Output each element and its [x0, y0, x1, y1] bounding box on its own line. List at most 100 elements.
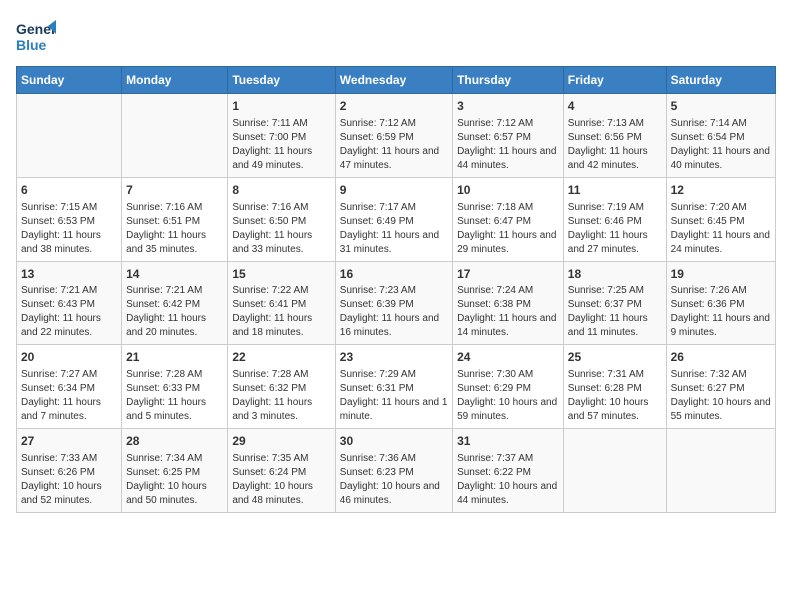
calendar-cell: 29 Sunrise: 7:35 AMSunset: 6:24 PMDayligh… — [228, 429, 335, 513]
cell-info: Sunrise: 7:14 AMSunset: 6:54 PMDaylight:… — [671, 117, 771, 173]
calendar-cell: 22 Sunrise: 7:28 AMSunset: 6:32 PMDayligh… — [228, 345, 335, 429]
day-number: 8 — [232, 182, 330, 199]
cell-info: Sunrise: 7:33 AMSunset: 6:26 PMDaylight:… — [21, 452, 117, 508]
calendar-cell — [563, 429, 666, 513]
day-number: 15 — [232, 266, 330, 283]
calendar-cell: 2 Sunrise: 7:12 AMSunset: 6:59 PMDaylight… — [335, 94, 452, 178]
calendar-cell: 9 Sunrise: 7:17 AMSunset: 6:49 PMDaylight… — [335, 177, 452, 261]
day-header-sunday: Sunday — [17, 67, 122, 94]
cell-info: Sunrise: 7:16 AMSunset: 6:51 PMDaylight:… — [126, 201, 223, 257]
day-number: 19 — [671, 266, 771, 283]
day-number: 12 — [671, 182, 771, 199]
day-number: 11 — [568, 182, 662, 199]
calendar-cell: 1 Sunrise: 7:11 AMSunset: 7:00 PMDaylight… — [228, 94, 335, 178]
calendar-cell: 21 Sunrise: 7:28 AMSunset: 6:33 PMDayligh… — [122, 345, 228, 429]
day-number: 17 — [457, 266, 559, 283]
calendar-cell: 7 Sunrise: 7:16 AMSunset: 6:51 PMDaylight… — [122, 177, 228, 261]
calendar-cell — [122, 94, 228, 178]
calendar-cell: 27 Sunrise: 7:33 AMSunset: 6:26 PMDayligh… — [17, 429, 122, 513]
cell-info: Sunrise: 7:26 AMSunset: 6:36 PMDaylight:… — [671, 284, 771, 340]
day-number: 31 — [457, 433, 559, 450]
day-number: 25 — [568, 349, 662, 366]
day-header-friday: Friday — [563, 67, 666, 94]
calendar-cell: 14Sunrise: 7:21 AMSunset: 6:42 PMDayligh… — [122, 261, 228, 345]
week-row-4: 20 Sunrise: 7:27 AMSunset: 6:34 PMDayligh… — [17, 345, 776, 429]
day-number: 21 — [126, 349, 223, 366]
calendar-table: SundayMondayTuesdayWednesdayThursdayFrid… — [16, 66, 776, 513]
cell-info: Sunrise: 7:30 AMSunset: 6:29 PMDaylight:… — [457, 368, 559, 424]
day-number: 24 — [457, 349, 559, 366]
calendar-cell: 13Sunrise: 7:21 AMSunset: 6:43 PMDayligh… — [17, 261, 122, 345]
calendar-cell: 19Sunrise: 7:26 AMSunset: 6:36 PMDayligh… — [666, 261, 775, 345]
week-row-5: 27 Sunrise: 7:33 AMSunset: 6:26 PMDayligh… — [17, 429, 776, 513]
calendar-cell: 8 Sunrise: 7:16 AMSunset: 6:50 PMDaylight… — [228, 177, 335, 261]
cell-info: Sunrise: 7:23 AMSunset: 6:39 PMDaylight:… — [340, 284, 448, 340]
calendar-cell: 10 Sunrise: 7:18 AMSunset: 6:47 PMDayligh… — [453, 177, 564, 261]
cell-info: Sunrise: 7:15 AMSunset: 6:53 PMDaylight:… — [21, 201, 117, 257]
cell-info: Sunrise: 7:16 AMSunset: 6:50 PMDaylight:… — [232, 201, 330, 257]
day-number: 14 — [126, 266, 223, 283]
calendar-cell: 18Sunrise: 7:25 AMSunset: 6:37 PMDayligh… — [563, 261, 666, 345]
calendar-cell: 6 Sunrise: 7:15 AMSunset: 6:53 PMDaylight… — [17, 177, 122, 261]
day-number: 7 — [126, 182, 223, 199]
calendar-cell: 11 Sunrise: 7:19 AMSunset: 6:46 PMDayligh… — [563, 177, 666, 261]
cell-info: Sunrise: 7:29 AMSunset: 6:31 PMDaylight:… — [340, 368, 448, 424]
day-number: 9 — [340, 182, 448, 199]
day-number: 23 — [340, 349, 448, 366]
cell-info: Sunrise: 7:27 AMSunset: 6:34 PMDaylight:… — [21, 368, 117, 424]
cell-info: Sunrise: 7:31 AMSunset: 6:28 PMDaylight:… — [568, 368, 662, 424]
day-number: 29 — [232, 433, 330, 450]
calendar-cell: 26 Sunrise: 7:32 AMSunset: 6:27 PMDayligh… — [666, 345, 775, 429]
cell-info: Sunrise: 7:28 AMSunset: 6:32 PMDaylight:… — [232, 368, 330, 424]
day-number: 3 — [457, 98, 559, 115]
svg-text:Blue: Blue — [16, 37, 47, 53]
svg-text:General: General — [16, 21, 56, 37]
day-number: 5 — [671, 98, 771, 115]
day-number: 6 — [21, 182, 117, 199]
cell-info: Sunrise: 7:22 AMSunset: 6:41 PMDaylight:… — [232, 284, 330, 340]
cell-info: Sunrise: 7:17 AMSunset: 6:49 PMDaylight:… — [340, 201, 448, 257]
day-number: 2 — [340, 98, 448, 115]
cell-info: Sunrise: 7:35 AMSunset: 6:24 PMDaylight:… — [232, 452, 330, 508]
cell-info: Sunrise: 7:32 AMSunset: 6:27 PMDaylight:… — [671, 368, 771, 424]
calendar-cell: 4 Sunrise: 7:13 AMSunset: 6:56 PMDaylight… — [563, 94, 666, 178]
page-header: General Blue — [16, 16, 776, 56]
cell-info: Sunrise: 7:21 AMSunset: 6:43 PMDaylight:… — [21, 284, 117, 340]
cell-info: Sunrise: 7:20 AMSunset: 6:45 PMDaylight:… — [671, 201, 771, 257]
day-number: 1 — [232, 98, 330, 115]
calendar-cell: 31 Sunrise: 7:37 AMSunset: 6:22 PMDayligh… — [453, 429, 564, 513]
calendar-cell: 15Sunrise: 7:22 AMSunset: 6:41 PMDayligh… — [228, 261, 335, 345]
cell-info: Sunrise: 7:21 AMSunset: 6:42 PMDaylight:… — [126, 284, 223, 340]
cell-info: Sunrise: 7:12 AMSunset: 6:59 PMDaylight:… — [340, 117, 448, 173]
day-number: 20 — [21, 349, 117, 366]
week-row-3: 13Sunrise: 7:21 AMSunset: 6:43 PMDayligh… — [17, 261, 776, 345]
cell-info: Sunrise: 7:11 AMSunset: 7:00 PMDaylight:… — [232, 117, 330, 173]
day-number: 22 — [232, 349, 330, 366]
cell-info: Sunrise: 7:36 AMSunset: 6:23 PMDaylight:… — [340, 452, 448, 508]
cell-info: Sunrise: 7:37 AMSunset: 6:22 PMDaylight:… — [457, 452, 559, 508]
day-number: 16 — [340, 266, 448, 283]
calendar-cell: 12 Sunrise: 7:20 AMSunset: 6:45 PMDayligh… — [666, 177, 775, 261]
day-number: 28 — [126, 433, 223, 450]
calendar-cell: 30 Sunrise: 7:36 AMSunset: 6:23 PMDayligh… — [335, 429, 452, 513]
calendar-cell: 5 Sunrise: 7:14 AMSunset: 6:54 PMDaylight… — [666, 94, 775, 178]
cell-info: Sunrise: 7:13 AMSunset: 6:56 PMDaylight:… — [568, 117, 662, 173]
day-number: 27 — [21, 433, 117, 450]
calendar-cell: 25 Sunrise: 7:31 AMSunset: 6:28 PMDayligh… — [563, 345, 666, 429]
day-header-tuesday: Tuesday — [228, 67, 335, 94]
cell-info: Sunrise: 7:28 AMSunset: 6:33 PMDaylight:… — [126, 368, 223, 424]
day-header-thursday: Thursday — [453, 67, 564, 94]
cell-info: Sunrise: 7:12 AMSunset: 6:57 PMDaylight:… — [457, 117, 559, 173]
cell-info: Sunrise: 7:18 AMSunset: 6:47 PMDaylight:… — [457, 201, 559, 257]
day-number: 10 — [457, 182, 559, 199]
day-number: 30 — [340, 433, 448, 450]
day-number: 26 — [671, 349, 771, 366]
calendar-cell: 16Sunrise: 7:23 AMSunset: 6:39 PMDayligh… — [335, 261, 452, 345]
calendar-cell: 24 Sunrise: 7:30 AMSunset: 6:29 PMDayligh… — [453, 345, 564, 429]
cell-info: Sunrise: 7:19 AMSunset: 6:46 PMDaylight:… — [568, 201, 662, 257]
calendar-cell: 17Sunrise: 7:24 AMSunset: 6:38 PMDayligh… — [453, 261, 564, 345]
day-number: 4 — [568, 98, 662, 115]
calendar-cell — [17, 94, 122, 178]
week-row-2: 6 Sunrise: 7:15 AMSunset: 6:53 PMDaylight… — [17, 177, 776, 261]
calendar-cell: 3 Sunrise: 7:12 AMSunset: 6:57 PMDaylight… — [453, 94, 564, 178]
